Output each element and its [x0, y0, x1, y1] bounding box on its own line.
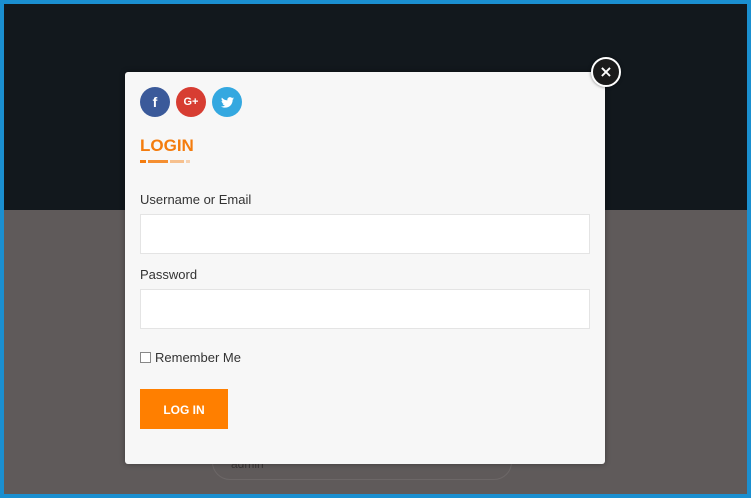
- twitter-icon: [220, 96, 234, 108]
- username-input[interactable]: [140, 214, 590, 254]
- title-underline: [140, 160, 190, 163]
- login-button[interactable]: LOG IN: [140, 389, 228, 429]
- password-label: Password: [140, 267, 198, 282]
- remember-me-label[interactable]: Remember Me: [155, 350, 241, 365]
- facebook-login-button[interactable]: f: [140, 87, 170, 117]
- social-login-buttons: f G+: [140, 87, 242, 117]
- remember-me-checkbox[interactable]: [140, 352, 151, 363]
- google-plus-login-button[interactable]: G+: [176, 87, 206, 117]
- password-input[interactable]: [140, 289, 590, 329]
- close-label: ×: [599, 62, 613, 81]
- google-plus-icon: G+: [183, 96, 199, 108]
- twitter-login-button[interactable]: [212, 87, 242, 117]
- remember-me-row: Remember Me: [140, 350, 241, 365]
- viewport-frame: admin f G+ LOGIN Username or Email Passw…: [0, 0, 751, 498]
- facebook-icon: f: [152, 94, 158, 110]
- username-label: Username or Email: [140, 192, 252, 207]
- modal-title: LOGIN: [140, 136, 194, 155]
- login-modal: f G+ LOGIN Username or Email Password Re…: [125, 72, 605, 464]
- close-icon[interactable]: ×: [591, 57, 621, 87]
